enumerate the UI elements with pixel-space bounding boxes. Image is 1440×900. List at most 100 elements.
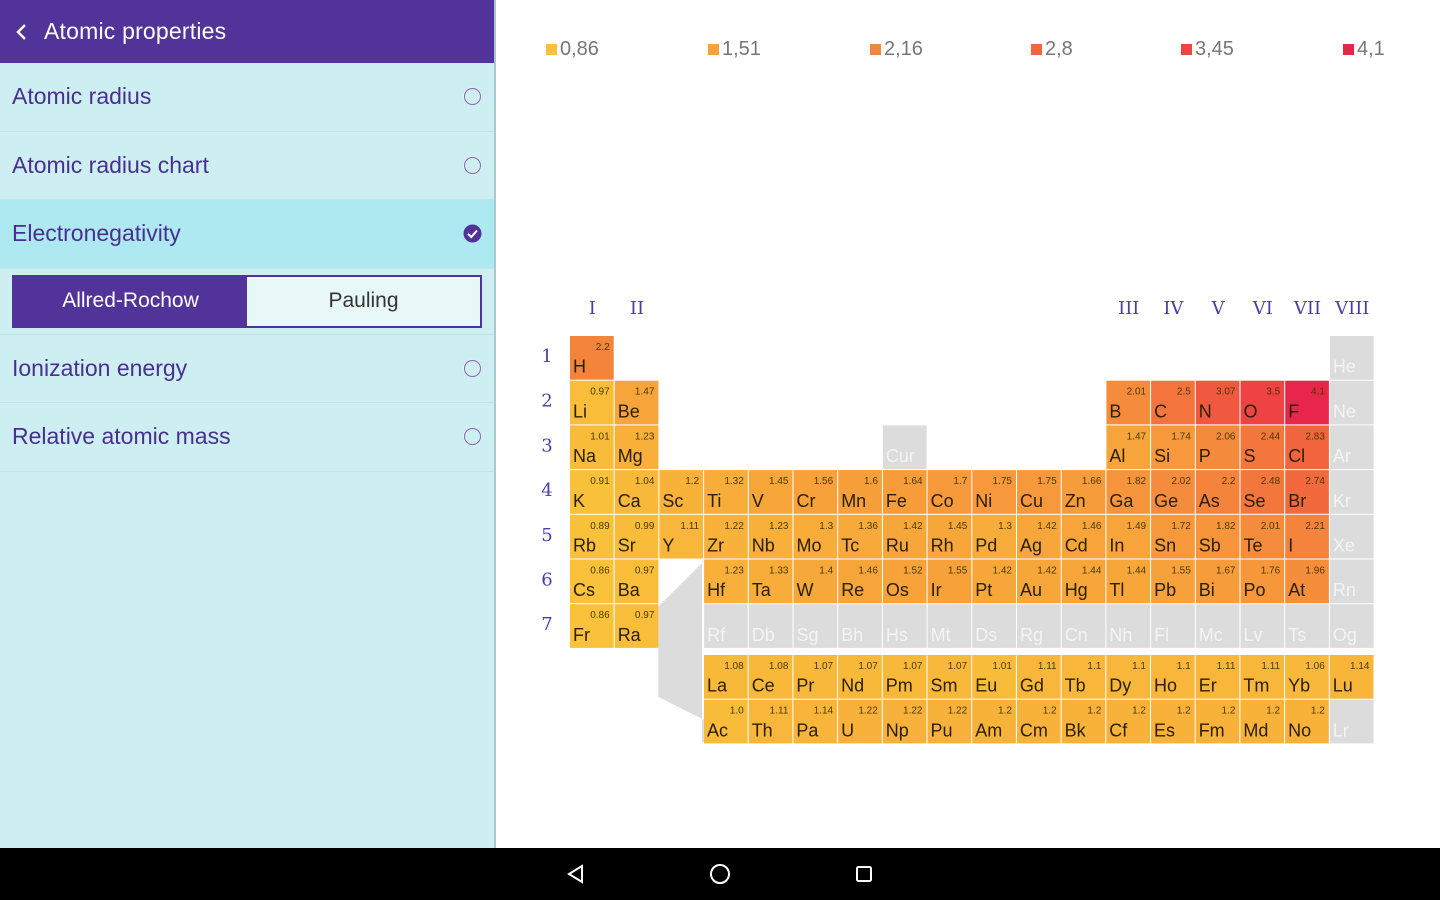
element-cell[interactable]: 1.1Ho: [1151, 655, 1195, 699]
element-cell[interactable]: 1.6 Mn: [838, 470, 882, 514]
element-cell[interactable]: Lr: [1329, 699, 1374, 744]
element-cell[interactable]: 1.47Al: [1106, 425, 1151, 470]
element-cell[interactable]: 3.07 N: [1195, 380, 1240, 425]
radio-unchecked-icon[interactable]: [463, 359, 482, 378]
element-cell[interactable]: 1.49In: [1106, 514, 1151, 559]
element-cell[interactable]: 1.22 Np: [882, 699, 927, 744]
element-cell[interactable]: 2.48 Se: [1240, 470, 1285, 514]
element-cell[interactable]: 1.3Pd: [972, 514, 1016, 559]
element-cell[interactable]: 1.52 Os: [882, 559, 927, 604]
element-cell[interactable]: 1.2 Am: [972, 699, 1016, 744]
nav-back-button[interactable]: [560, 858, 592, 890]
element-cell[interactable]: 1.2Bk: [1061, 699, 1106, 744]
element-cell[interactable]: 1.45 Rh: [927, 514, 972, 559]
element-cell[interactable]: 2.44 S: [1240, 425, 1285, 470]
element-cell[interactable]: 1.2 Cf: [1106, 699, 1150, 744]
element-cell[interactable]: Lv: [1240, 604, 1285, 648]
radio-unchecked-icon[interactable]: [463, 87, 482, 106]
element-cell[interactable]: 1.42Pt: [972, 559, 1016, 604]
radio-unchecked-icon[interactable]: [463, 427, 482, 446]
element-cell[interactable]: 0.86 Cs: [570, 559, 614, 604]
element-cell[interactable]: 1.44Tl: [1106, 559, 1151, 604]
element-cell[interactable]: 1.1Dy: [1106, 655, 1150, 699]
element-cell[interactable]: 1.23 Mg: [614, 425, 659, 470]
segment-allred-rochow[interactable]: Allred-Rochow: [14, 276, 247, 326]
menu-item-ionization-energy[interactable]: Ionization energy: [0, 335, 494, 403]
element-cell[interactable]: 1.42 Au: [1017, 559, 1061, 604]
element-cell[interactable]: 2.2As: [1195, 470, 1240, 514]
element-cell[interactable]: 1.1Tb: [1061, 655, 1106, 699]
element-cell[interactable]: He: [1329, 336, 1374, 380]
menu-item-atomic-radius[interactable]: Atomic radius: [0, 63, 494, 132]
element-cell[interactable]: 1.22Zr: [704, 514, 748, 559]
element-cell[interactable]: 0.97 Ra: [614, 604, 659, 648]
element-cell[interactable]: 1.96At: [1285, 559, 1329, 604]
element-cell[interactable]: 0.97Li: [570, 380, 614, 425]
element-cell[interactable]: 1.01 Eu: [972, 655, 1016, 699]
element-cell[interactable]: Hs: [882, 604, 927, 648]
element-cell[interactable]: 2.01 B: [1106, 380, 1151, 425]
element-cell[interactable]: Cn: [1061, 604, 1106, 648]
element-cell[interactable]: 1.11 Th: [748, 699, 793, 744]
back-button[interactable]: [0, 0, 44, 63]
element-cell[interactable]: 1.07 Pm: [882, 655, 927, 699]
element-cell[interactable]: Db: [748, 604, 793, 648]
element-cell[interactable]: 1.22 U: [838, 699, 882, 744]
element-cell[interactable]: Mt: [927, 604, 972, 648]
element-cell[interactable]: 1.36 Tc: [838, 514, 882, 559]
element-cell[interactable]: Xe: [1329, 514, 1374, 559]
element-cell[interactable]: 1.4 W: [793, 559, 838, 604]
element-cell[interactable]: 2.02 Ge: [1151, 470, 1195, 514]
element-cell[interactable]: 1.72 Sn: [1151, 514, 1195, 559]
element-cell[interactable]: 2.06 P: [1195, 425, 1240, 470]
element-cell[interactable]: 1.2 Fm: [1195, 699, 1240, 744]
element-cell[interactable]: 1.47 Be: [614, 380, 659, 425]
element-cell[interactable]: 1.46 Cd: [1061, 514, 1106, 559]
element-cell[interactable]: 0.86Fr: [570, 604, 614, 648]
element-cell[interactable]: Og: [1329, 604, 1374, 648]
menu-item-atomic-radius-chart[interactable]: Atomic radius chart: [0, 132, 494, 200]
element-cell[interactable]: 1.75Ni: [972, 470, 1016, 514]
element-cell[interactable]: 1.44 Hg: [1061, 559, 1106, 604]
element-cell[interactable]: 1.14 Pa: [793, 699, 838, 744]
menu-item-relative-atomic-mass[interactable]: Relative atomic mass: [0, 403, 494, 472]
element-cell[interactable]: 1.0Ac: [704, 699, 748, 744]
element-cell[interactable]: 1.67Bi: [1195, 559, 1240, 604]
element-cell[interactable]: 1.11 Y: [659, 514, 704, 559]
element-cell[interactable]: 1.14 Lu: [1329, 655, 1374, 699]
element-cell[interactable]: 1.2 Cm: [1016, 699, 1061, 744]
element-cell[interactable]: 1.07 Sm: [927, 655, 972, 699]
element-cell[interactable]: Fl: [1151, 604, 1195, 648]
element-cell[interactable]: 1.82 Ga: [1106, 470, 1151, 514]
element-cell[interactable]: 1.42 Ru: [882, 514, 927, 559]
element-cell[interactable]: 1.11 Gd: [1016, 655, 1061, 699]
element-cell[interactable]: 1.06 Yb: [1285, 655, 1329, 699]
element-cell[interactable]: 1.45 V: [748, 470, 793, 514]
element-cell[interactable]: 1.08 Ce: [748, 655, 793, 699]
element-cell[interactable]: 1.56 Cr: [793, 470, 838, 514]
element-cell[interactable]: 1.08 La: [704, 655, 748, 699]
element-cell[interactable]: 1.64 Fe: [882, 470, 927, 514]
element-cell[interactable]: Cur: [882, 425, 927, 470]
element-cell[interactable]: 1.2No: [1285, 699, 1329, 744]
nav-recents-button[interactable]: [848, 858, 880, 890]
element-cell[interactable]: Ds: [972, 604, 1016, 648]
element-cell[interactable]: 1.11 Tm: [1240, 655, 1285, 699]
element-cell[interactable]: 1.32Ti: [704, 470, 748, 514]
element-cell[interactable]: 1.76 Po: [1240, 559, 1285, 604]
element-cell[interactable]: 1.23 Hf: [704, 559, 748, 604]
element-cell[interactable]: Ne: [1329, 380, 1374, 425]
element-cell[interactable]: 1.42 Ag: [1017, 514, 1061, 559]
element-cell[interactable]: Bh: [838, 604, 882, 648]
element-cell[interactable]: 1.23 Nb: [748, 514, 793, 559]
element-cell[interactable]: 1.55 Pb: [1151, 559, 1195, 604]
element-cell[interactable]: 1.11Er: [1195, 655, 1240, 699]
element-cell[interactable]: Rf: [704, 604, 748, 648]
element-cell[interactable]: 1.75 Cu: [1017, 470, 1061, 514]
element-cell[interactable]: 1.55 Ir: [927, 559, 972, 604]
element-cell[interactable]: Mc: [1195, 604, 1240, 648]
element-cell[interactable]: Ts: [1285, 604, 1329, 648]
element-cell[interactable]: 0.91 K: [570, 470, 614, 514]
element-cell[interactable]: 1.2Sc: [659, 470, 704, 514]
element-cell[interactable]: 2.5 C: [1151, 380, 1195, 425]
